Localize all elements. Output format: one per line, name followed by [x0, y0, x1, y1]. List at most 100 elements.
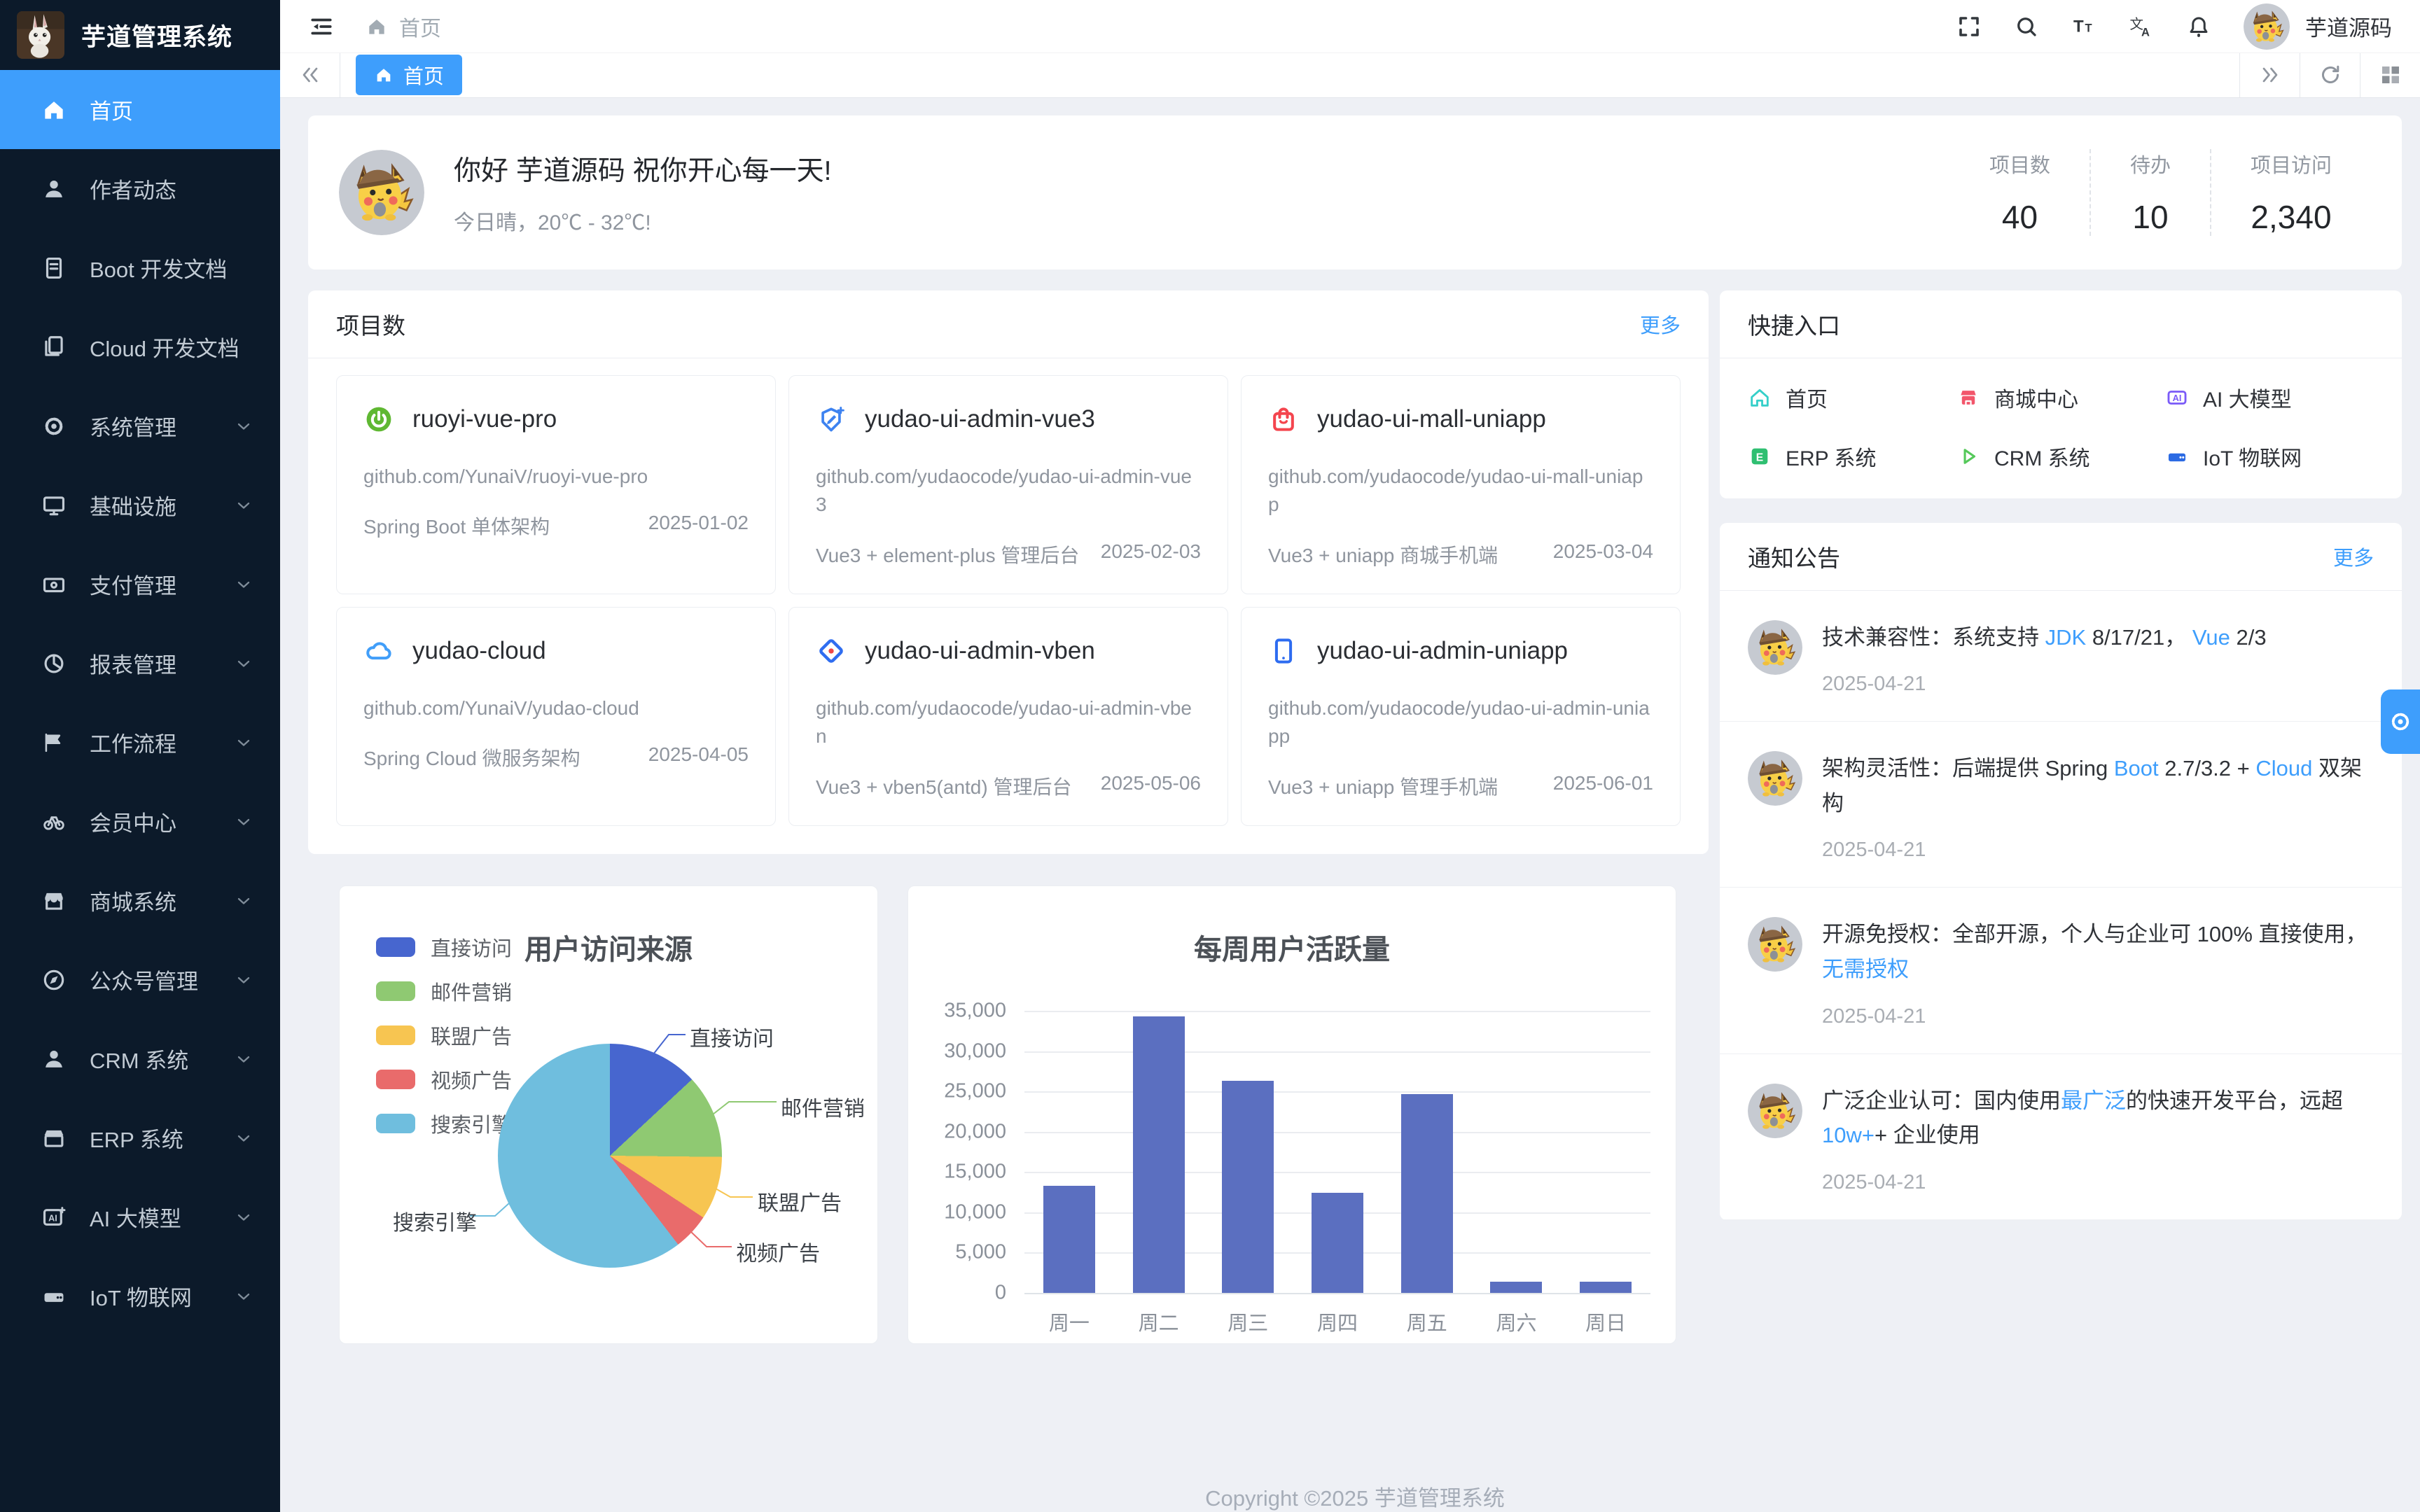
legend-label: 视频广告: [431, 1065, 512, 1094]
y-axis-label: 20,000: [944, 1120, 1006, 1143]
notice-text: 开源免授权：全部开源，个人与企业可 100% 直接使用，: [1822, 922, 2367, 946]
project-card-0[interactable]: ruoyi-vue-progithub.com/YunaiV/ruoyi-vue…: [336, 375, 776, 594]
bar-周三: [1203, 1011, 1293, 1293]
bar-rect: [1312, 1193, 1363, 1293]
quick-entry-5[interactable]: IoT 物联网: [2165, 441, 2374, 472]
project-card-2[interactable]: yudao-ui-mall-uniappgithub.com/yudaocode…: [1241, 375, 1681, 594]
legend-item-0[interactable]: 直接访问: [376, 932, 512, 962]
notice-link[interactable]: 最广泛: [2061, 1088, 2126, 1113]
legend-item-1[interactable]: 邮件营销: [376, 976, 512, 1006]
project-name: yudao-ui-admin-uniapp: [1317, 637, 1568, 665]
user-avatar[interactable]: [2244, 4, 2290, 50]
notice-item-2[interactable]: 开源免授权：全部开源，个人与企业可 100% 直接使用，无需授权2025-04-…: [1720, 888, 2402, 1054]
notice-link[interactable]: 无需授权: [1822, 957, 1909, 981]
breadcrumb: 首页: [366, 11, 441, 42]
sidebar-item-2[interactable]: Boot 开发文档: [0, 228, 280, 307]
font-size-icon[interactable]: TT: [2071, 14, 2096, 39]
notice-item-3[interactable]: 广泛企业认可：国内使用最广泛的快速开发平台，远超 10w++ 企业使用2025-…: [1720, 1054, 2402, 1220]
svg-text:T: T: [2073, 17, 2084, 36]
greeting-card: 你好 芋道源码 祝你开心每一天! 今日晴，20℃ - 32℃! 项目数 40 待…: [308, 115, 2402, 270]
fullscreen-icon[interactable]: [1956, 14, 1982, 39]
tabs-scroll-left-button[interactable]: [280, 53, 340, 97]
notice-text: 的快速开发平台，远超: [2126, 1088, 2343, 1113]
projects-panel-title: 项目数: [336, 307, 405, 341]
notice-link[interactable]: 10w+: [1822, 1123, 1875, 1147]
quick-entry-3[interactable]: EERP 系统: [1748, 441, 1956, 472]
sidebar-item-9[interactable]: 会员中心: [0, 782, 280, 861]
tab-home[interactable]: 首页: [356, 55, 462, 95]
sidebar-item-12[interactable]: CRM 系统: [0, 1019, 280, 1098]
project-card-5[interactable]: yudao-ui-admin-uniapp github.com/yudaocod…: [1241, 607, 1681, 826]
x-axis-label: 周六: [1472, 1307, 1562, 1336]
sidebar-item-14[interactable]: AIAI 大模型: [0, 1177, 280, 1256]
notice-item-1[interactable]: 架构灵活性：后端提供 Spring Boot 2.7/3.2 + Cloud 双…: [1720, 722, 2402, 888]
diamond-icon: [816, 636, 847, 666]
chevron-down-icon: [234, 891, 253, 911]
sidebar-item-8[interactable]: 工作流程: [0, 703, 280, 782]
sidebar-item-15[interactable]: IoT 物联网: [0, 1256, 280, 1336]
project-card-3[interactable]: yudao-cloudgithub.com/YunaiV/yudao-cloud…: [336, 607, 776, 826]
quick-entry-label: 首页: [1786, 382, 1828, 413]
project-repo: github.com/yudaocode/yudao-ui-admin-vue3: [816, 463, 1201, 519]
sidebar-item-6[interactable]: 支付管理: [0, 545, 280, 624]
sidebar-item-4[interactable]: 系统管理: [0, 386, 280, 465]
bar-rect: [1133, 1016, 1185, 1293]
projects-panel: 项目数 更多 ruoyi-vue-progithub.com/YunaiV/ru…: [308, 290, 1709, 854]
sidebar-item-label: 工作流程: [90, 727, 176, 758]
sidebar-item-label: CRM 系统: [90, 1043, 188, 1074]
notices-more-link[interactable]: 更多: [2333, 542, 2374, 571]
sidebar-item-10[interactable]: 商城系统: [0, 861, 280, 940]
projects-more-link[interactable]: 更多: [1640, 309, 1681, 339]
notice-link[interactable]: Vue: [2192, 625, 2230, 650]
notice-item-0[interactable]: 技术兼容性：系统支持 JDK 8/17/21， Vue 2/32025-04-2…: [1720, 591, 2402, 722]
bar-rect: [1490, 1282, 1542, 1293]
sidebar-item-0[interactable]: 首页: [0, 70, 280, 149]
home-icon: [41, 97, 67, 123]
project-card-4[interactable]: yudao-ui-admin-vbengithub.com/yudaocode/…: [788, 607, 1228, 826]
tabs-scroll-right-button[interactable]: [2239, 53, 2300, 97]
quick-entry-0[interactable]: 首页: [1748, 382, 1956, 413]
sidebar-item-label: 支付管理: [90, 568, 176, 600]
vue-pencil-icon: [816, 404, 847, 435]
tab-layout-button[interactable]: [2360, 53, 2420, 97]
sidebar-item-7[interactable]: 报表管理: [0, 624, 280, 703]
legend-item-3[interactable]: 视频广告: [376, 1065, 512, 1094]
project-desc: Vue3 + uniapp 商城手机端: [1268, 540, 1498, 568]
svg-text:A: A: [2141, 26, 2150, 38]
refresh-tab-button[interactable]: [2300, 53, 2360, 97]
project-date: 2025-02-03: [1101, 540, 1201, 568]
quick-entry-1[interactable]: 商城中心: [1956, 382, 2165, 413]
chevron-down-icon: [234, 496, 253, 515]
username[interactable]: 芋道源码: [2305, 10, 2392, 42]
language-icon[interactable]: 文A: [2129, 14, 2154, 39]
sidebar-item-13[interactable]: ERP 系统: [0, 1098, 280, 1177]
notice-text: 技术兼容性：系统支持: [1822, 625, 2045, 650]
grid-icon: [2378, 62, 2403, 88]
quick-entry-4[interactable]: CRM 系统: [1956, 441, 2165, 472]
sidebar-item-3[interactable]: Cloud 开发文档: [0, 307, 280, 386]
collapse-menu-icon[interactable]: [308, 13, 335, 40]
bell-icon[interactable]: [2186, 14, 2211, 39]
ai-badge-icon: AI: [2165, 386, 2189, 410]
sidebar-item-5[interactable]: 基础设施: [0, 465, 280, 545]
sidebar-item-11[interactable]: 公众号管理: [0, 940, 280, 1019]
legend-item-4[interactable]: 搜索引擎: [376, 1109, 512, 1138]
settings-button[interactable]: [2381, 690, 2420, 754]
phone-icon: [1268, 636, 1299, 666]
shopping-bag-icon: [1268, 404, 1299, 435]
project-repo: github.com/yudaocode/yudao-ui-admin-unia…: [1268, 694, 1653, 751]
search-icon[interactable]: [2014, 14, 2039, 39]
notice-link[interactable]: Boot: [2114, 756, 2159, 780]
breadcrumb-home-icon: [366, 15, 388, 38]
app-logo[interactable]: 芋道管理系统: [0, 0, 280, 70]
monitor-icon: [41, 492, 67, 519]
y-axis-label: 30,000: [944, 1040, 1006, 1063]
project-card-1[interactable]: yudao-ui-admin-vue3github.com/yudaocode/…: [788, 375, 1228, 594]
notice-link[interactable]: Cloud: [2255, 756, 2312, 780]
legend-item-2[interactable]: 联盟广告: [376, 1021, 512, 1050]
sidebar-item-1[interactable]: 作者动态: [0, 149, 280, 228]
sidebar-item-label: 首页: [90, 94, 133, 125]
quick-entry-panel: 快捷入口 首页商城中心AIAI 大模型EERP 系统CRM 系统IoT 物联网: [1720, 290, 2402, 498]
quick-entry-2[interactable]: AIAI 大模型: [2165, 382, 2374, 413]
notice-link[interactable]: JDK: [2045, 625, 2087, 650]
